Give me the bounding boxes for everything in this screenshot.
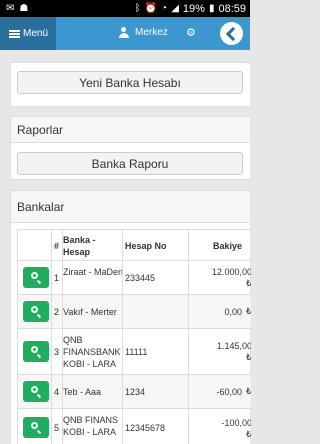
settings-icon[interactable]: ⚙ bbox=[186, 27, 196, 39]
table-divider bbox=[122, 230, 123, 444]
col-header-no: # bbox=[54, 241, 60, 251]
row-bank: Teb - Aaa bbox=[63, 387, 102, 397]
table-row: 1 Ziraat - MaDen 233445 12.000,00 ₺ bbox=[18, 260, 251, 294]
row-currency: ₺ bbox=[246, 352, 251, 363]
row-number: 5 bbox=[54, 423, 60, 433]
row-bank: QNB FINANSBANK KOBI - LARA bbox=[63, 335, 121, 369]
table-divider bbox=[62, 230, 63, 444]
new-account-panel: Yeni Banka Hesabı bbox=[10, 62, 250, 107]
search-icon bbox=[31, 306, 38, 313]
table-row: 5 QNB FINANS KOBI - LARA 12345678 -100,0… bbox=[18, 408, 251, 444]
bluetooth-icon: ᛒ bbox=[134, 3, 141, 14]
row-bank: Vakıf - Merter bbox=[63, 307, 117, 317]
row-account-no: 233445 bbox=[125, 273, 156, 283]
hamburger-icon bbox=[9, 29, 20, 38]
android-icon: ☗ bbox=[19, 3, 29, 14]
row-bank: QNB FINANS KOBI - LARA bbox=[63, 415, 119, 437]
row-account-no: 12345678 bbox=[125, 423, 166, 433]
row-balance: -60,00 bbox=[216, 387, 242, 397]
col-header-balance: Bakiye bbox=[213, 241, 243, 251]
row-currency: ₺ bbox=[246, 278, 251, 289]
row-number: 1 bbox=[54, 273, 60, 283]
battery-icon: ▮ bbox=[208, 3, 215, 14]
new-bank-account-button[interactable]: Yeni Banka Hesabı bbox=[17, 71, 243, 94]
view-row-button[interactable] bbox=[23, 301, 49, 322]
row-number: 3 bbox=[54, 347, 60, 357]
search-icon bbox=[31, 346, 38, 353]
table-divider bbox=[51, 230, 52, 444]
col-header-account-no: Hesap No bbox=[125, 241, 167, 251]
back-button[interactable] bbox=[220, 22, 243, 45]
row-account-no: 11111 bbox=[125, 347, 148, 357]
clock: 08:59 bbox=[218, 2, 246, 15]
bank-report-button[interactable]: Banka Raporu bbox=[17, 152, 243, 175]
banks-table: # Banka - Hesap Hesap No Bakiye 1 Ziraat… bbox=[17, 229, 251, 444]
row-number: 2 bbox=[54, 307, 60, 317]
reports-title: Raporlar bbox=[11, 117, 250, 143]
menu-button[interactable]: Menü bbox=[0, 17, 56, 50]
status-bar: ✉ ☗ ᛒ ⏰ ◔ ◢ 19% ▮ 08:59 bbox=[0, 0, 250, 17]
row-bank: Ziraat - MaDen bbox=[63, 267, 124, 277]
row-balance: 12.000,00 bbox=[211, 267, 251, 277]
row-balance: 0,00 bbox=[224, 307, 242, 317]
wifi-icon: ◔ bbox=[161, 3, 168, 14]
view-row-button[interactable] bbox=[23, 341, 49, 362]
row-balance: -100,00 bbox=[221, 418, 251, 428]
merkez-button[interactable]: Merkez bbox=[118, 27, 168, 38]
row-currency: ₺ bbox=[246, 386, 251, 397]
merkez-label: Merkez bbox=[135, 27, 168, 38]
notification-icon: ✉ bbox=[6, 3, 15, 14]
row-currency: ₺ bbox=[246, 306, 251, 317]
menu-label: Menü bbox=[23, 28, 49, 39]
view-row-button[interactable] bbox=[23, 267, 49, 288]
search-icon bbox=[31, 272, 38, 279]
row-balance: 1.145,00 bbox=[216, 341, 251, 351]
col-header-bank: Banka - Hesap bbox=[63, 235, 96, 257]
signal-icon: ◢ bbox=[171, 3, 179, 14]
view-row-button[interactable] bbox=[23, 417, 49, 438]
row-number: 4 bbox=[54, 387, 60, 397]
banks-panel: Bankalar # Banka - Hesap Hesap No Bakiye… bbox=[10, 190, 251, 444]
alarm-icon: ⏰ bbox=[144, 3, 158, 14]
row-currency: ₺ bbox=[246, 429, 251, 440]
view-row-button[interactable] bbox=[23, 381, 49, 402]
search-icon bbox=[31, 386, 38, 393]
users-icon bbox=[118, 27, 131, 38]
table-row: 4 Teb - Aaa 1234 -60,00 ₺ bbox=[18, 374, 251, 408]
battery-percent: 19% bbox=[182, 2, 205, 15]
table-divider bbox=[188, 230, 189, 444]
app-header: Menü Merkez ⚙ bbox=[0, 17, 250, 50]
search-icon bbox=[31, 422, 38, 429]
table-row: 2 Vakıf - Merter 0,00 ₺ bbox=[18, 294, 251, 328]
reports-panel: Raporlar Banka Raporu bbox=[10, 116, 250, 180]
banks-title: Bankalar bbox=[11, 191, 250, 223]
row-account-no: 1234 bbox=[125, 387, 146, 397]
table-row: 3 QNB FINANSBANK KOBI - LARA 11111 1.145… bbox=[18, 328, 251, 374]
